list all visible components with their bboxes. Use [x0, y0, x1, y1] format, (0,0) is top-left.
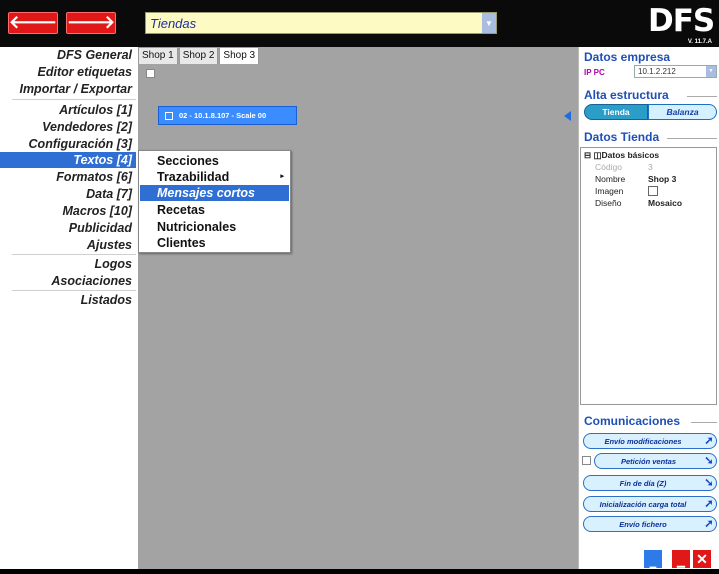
button-label: Inicialización carga total [599, 499, 687, 509]
menu-item-logos[interactable]: Logos [0, 256, 136, 272]
ip-pc-label: IP PC [584, 68, 605, 77]
imagen-checkbox[interactable] [648, 186, 658, 196]
property-label: Código [595, 162, 622, 172]
submenu-item-secciones[interactable]: Secciones [140, 153, 289, 169]
tree-group-datos-basicos[interactable]: ⊟ ◫Datos básicos [584, 150, 659, 161]
menu-item-formatos[interactable]: Formatos [6] [0, 169, 136, 185]
menu-item-dfs-general[interactable]: DFS General [0, 47, 136, 63]
back-button[interactable]: 🡐 [8, 12, 58, 34]
menu-item-articulos[interactable]: Artículos [1] [0, 102, 136, 118]
app-logo: DFS V. 11.7.A [648, 3, 715, 45]
scale-node[interactable]: 02 - 10.1.8.107 - Scale 00 [158, 106, 297, 125]
tab-shop-3[interactable]: Shop 3 [219, 47, 260, 64]
comunicaciones-title: Comunicaciones [584, 414, 681, 428]
minimize-icon: ▁ [677, 557, 685, 568]
property-label: Diseño [595, 198, 622, 208]
datos-empresa-title: Datos empresa [584, 50, 671, 64]
submenu-item-mensajes-cortos[interactable]: Mensajes cortos [140, 185, 289, 201]
scale-label: 02 - 10.1.8.107 - Scale 00 [179, 111, 267, 120]
menu-item-data[interactable]: Data [7] [0, 186, 136, 202]
tienda-button[interactable]: Tienda [584, 104, 648, 120]
arrow-left-icon: 🡐 [8, 12, 58, 33]
store-properties-tree: ⊟ ◫Datos básicos Código 3 Nombre Shop 3 … [580, 147, 717, 405]
menu-item-textos[interactable]: Textos [4] [0, 152, 136, 168]
submenu-item-nutricionales[interactable]: Nutricionales [140, 219, 289, 235]
menu-item-editor-etiquetas[interactable]: Editor etiquetas [0, 64, 136, 80]
minimize-button[interactable]: ▁ [644, 550, 662, 568]
menu-item-ajustes[interactable]: Ajustes [0, 237, 136, 253]
fin-de-dia-button[interactable]: Fin de día (Z) ➘ [583, 475, 717, 491]
arrow-up-right-icon: ➚ [704, 435, 714, 447]
close-button[interactable]: ✕ [693, 550, 711, 568]
inicializacion-carga-total-button[interactable]: Inicialización carga total ➚ [583, 496, 717, 512]
menu-item-importar-exportar[interactable]: Importar / Exportar [0, 81, 136, 97]
ip-pc-select[interactable]: 10.1.2.212 ▼ [634, 65, 717, 78]
menu-divider [12, 99, 136, 100]
envio-fichero-button[interactable]: Envío fichero ➚ [583, 516, 717, 532]
section-divider [691, 422, 717, 423]
workspace: Shop 1 Shop 2 Shop 3 02 - 10.1.8.107 - S… [138, 47, 578, 569]
minimize-to-tray-button[interactable]: ▁ [672, 550, 690, 568]
submenu-item-recetas[interactable]: Recetas [140, 202, 289, 218]
chevron-down-icon[interactable]: ▼ [706, 66, 716, 77]
section-divider [687, 96, 717, 97]
menu-divider [12, 290, 136, 291]
store-select-value: Tiendas [150, 15, 197, 31]
datos-tienda-title: Datos Tienda [584, 130, 660, 144]
button-label: Fin de día (Z) [619, 478, 667, 488]
button-label: Envío modificaciones [604, 436, 682, 446]
store-select[interactable]: Tiendas ▼ [145, 12, 497, 34]
property-value[interactable]: Shop 3 [648, 174, 676, 184]
tab-shop-1[interactable]: Shop 1 [138, 47, 178, 64]
balanza-button[interactable]: Balanza [648, 104, 717, 120]
property-value: 3 [648, 162, 653, 172]
forward-button[interactable]: 🡒 [66, 12, 116, 34]
collapse-panel-icon[interactable] [564, 111, 571, 121]
minimize-icon: ▁ [649, 559, 657, 568]
main-menu: DFS General Editor etiquetas Importar / … [0, 47, 138, 569]
dfs-logo: DFS [648, 3, 715, 39]
top-toolbar: 🡐 🡒 Tiendas ▼ DFS V. 11.7.A [0, 0, 719, 47]
right-panel: Datos empresa IP PC 10.1.2.212 ▼ Alta es… [578, 47, 719, 569]
menu-item-configuracion[interactable]: Configuración [3] [0, 136, 136, 152]
arrow-right-icon: 🡒 [66, 12, 116, 33]
arrow-up-right-icon: ➚ [704, 518, 714, 530]
chevron-right-icon: ▸ [280, 173, 284, 180]
menu-divider [12, 254, 136, 255]
shop-tabs: Shop 1 Shop 2 Shop 3 [138, 47, 260, 64]
scale-checkbox[interactable] [165, 111, 173, 120]
shop-checkbox[interactable] [146, 69, 155, 78]
arrow-down-left-icon: ➘ [704, 455, 714, 467]
submenu-item-trazabilidad[interactable]: Trazabilidad ▸ [140, 169, 289, 185]
structure-toggle: Tienda Balanza [584, 104, 717, 120]
chevron-down-icon[interactable]: ▼ [482, 13, 496, 33]
section-divider [667, 138, 717, 139]
close-icon: ✕ [696, 550, 708, 567]
menu-item-vendedores[interactable]: Vendedores [2] [0, 119, 136, 135]
alta-estructura-title: Alta estructura [584, 88, 669, 102]
submenu-item-label: Trazabilidad [157, 170, 230, 184]
property-label: Nombre [595, 174, 626, 184]
submenu-item-clientes[interactable]: Clientes [140, 235, 289, 251]
textos-submenu: Secciones Trazabilidad ▸ Mensajes cortos… [138, 150, 291, 253]
dibal-logo: DIBAL [10, 545, 90, 570]
clock: 14:21:32 [590, 553, 633, 565]
menu-item-listados[interactable]: Listados [0, 292, 136, 308]
tab-shop-2[interactable]: Shop 2 [178, 47, 219, 64]
menu-item-macros[interactable]: Macros [10] [0, 203, 136, 219]
button-label: Envío fichero [619, 519, 667, 529]
button-label: Petición ventas [620, 456, 677, 466]
arrow-up-right-icon: ➚ [704, 498, 714, 510]
version-label: V. 11.7.A [687, 39, 712, 45]
ip-pc-value: 10.1.2.212 [638, 67, 676, 76]
arrow-down-left-icon: ➘ [704, 477, 714, 489]
peticion-ventas-checkbox[interactable] [582, 456, 591, 465]
peticion-ventas-button[interactable]: Petición ventas ➘ [594, 453, 717, 469]
menu-item-asociaciones[interactable]: Asociaciones [0, 273, 136, 289]
property-label: Imagen [595, 186, 624, 196]
envio-modificaciones-button[interactable]: Envío modificaciones ➚ [583, 433, 717, 449]
menu-item-publicidad[interactable]: Publicidad [0, 220, 136, 236]
property-value[interactable]: Mosaico [648, 198, 682, 208]
